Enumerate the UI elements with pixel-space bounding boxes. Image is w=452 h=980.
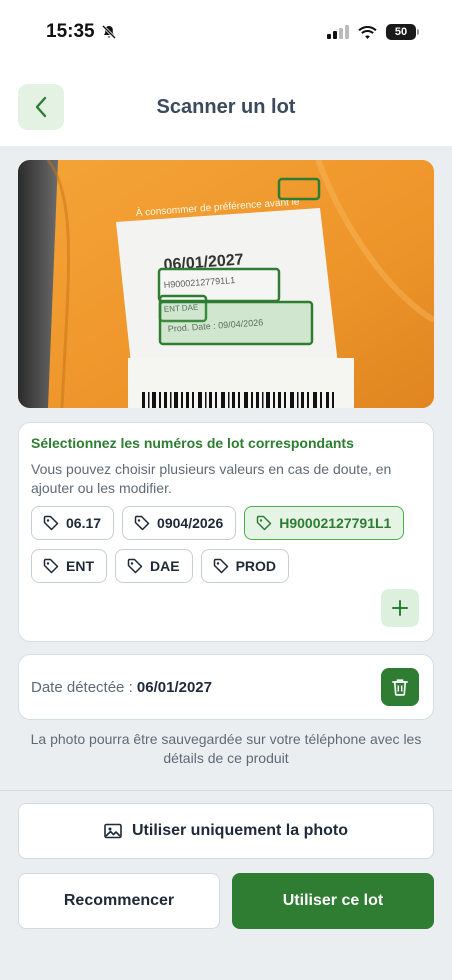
- use-photo-only-button[interactable]: Utiliser uniquement la photo: [18, 803, 434, 859]
- tag-icon: [43, 515, 59, 531]
- save-photo-note: La photo pourra être sauvegardée sur vot…: [30, 731, 422, 766]
- tag-icon: [43, 558, 59, 574]
- product-photo-illustration: À consommer de préférence avant le 06/01…: [18, 160, 434, 408]
- use-photo-only-label: Utiliser uniquement la photo: [131, 822, 348, 839]
- use-lot-button[interactable]: Utiliser ce lot: [232, 873, 434, 929]
- bell-slash-icon: [101, 24, 116, 40]
- scanned-photo[interactable]: À consommer de préférence avant le 06/01…: [18, 160, 434, 408]
- add-lot-button[interactable]: [381, 589, 419, 627]
- lot-chip-label: 0904/2026: [157, 515, 224, 531]
- lot-chip-label: ENT: [66, 558, 94, 574]
- lot-chips: 06.17 0904/2026 H90002127791L1 ENT DAE P…: [31, 506, 431, 583]
- battery-indicator: 50: [386, 24, 419, 40]
- image-icon: [104, 823, 122, 839]
- page-title: Scanner un lot: [156, 95, 296, 118]
- main-content: À consommer de préférence avant le 06/01…: [0, 146, 452, 790]
- lot-selection-help: Vous pouvez choisir plusieurs valeurs en…: [31, 461, 392, 496]
- clock: 15:35: [46, 21, 95, 42]
- restart-button[interactable]: Recommencer: [18, 873, 220, 929]
- trash-icon: [392, 679, 408, 696]
- chevron-left-icon: [35, 96, 47, 118]
- lot-chip-selected[interactable]: H90002127791L1: [244, 506, 405, 540]
- tag-icon: [213, 558, 228, 574]
- lot-chip-label: DAE: [150, 558, 180, 574]
- lot-chip[interactable]: PROD: [200, 549, 290, 583]
- lot-chip-label: PROD: [235, 558, 277, 574]
- footer-actions: Utiliser uniquement la photo Recommencer…: [0, 790, 452, 980]
- lot-chip[interactable]: DAE: [115, 549, 193, 583]
- detected-date-card: Date détectée : 06/01/2027: [18, 654, 434, 720]
- status-bar: 15:35 50: [0, 0, 452, 64]
- tag-icon: [127, 558, 143, 574]
- header: Scanner un lot: [0, 84, 452, 130]
- lot-chip[interactable]: 0904/2026: [122, 506, 237, 540]
- battery-level: 50: [394, 26, 408, 38]
- tag-icon: [256, 515, 272, 531]
- status-icons: 50: [327, 24, 419, 40]
- lot-chip-label: 06.17: [66, 515, 102, 531]
- detected-date: Date détectée : 06/01/2027: [31, 679, 212, 696]
- status-time: 15:35: [46, 21, 117, 43]
- tag-icon: [134, 515, 150, 531]
- delete-date-button[interactable]: [381, 668, 419, 706]
- back-button[interactable]: [18, 84, 64, 130]
- lot-chip[interactable]: ENT: [31, 549, 107, 583]
- detected-date-value: 06/01/2027: [136, 678, 212, 696]
- lot-chip[interactable]: 06.17: [31, 506, 115, 540]
- plus-icon: [392, 600, 408, 616]
- detected-date-label: Date détectée :: [31, 678, 137, 696]
- lot-chip-label: H90002127791L1: [279, 515, 392, 531]
- lot-selection-card: Sélectionnez les numéros de lot correspo…: [18, 422, 434, 642]
- detection-box[interactable]: [158, 300, 314, 346]
- lot-selection-title: Sélectionnez les numéros de lot correspo…: [31, 435, 354, 451]
- cellular-signal-icon: [327, 25, 349, 39]
- wifi-icon: [358, 26, 377, 39]
